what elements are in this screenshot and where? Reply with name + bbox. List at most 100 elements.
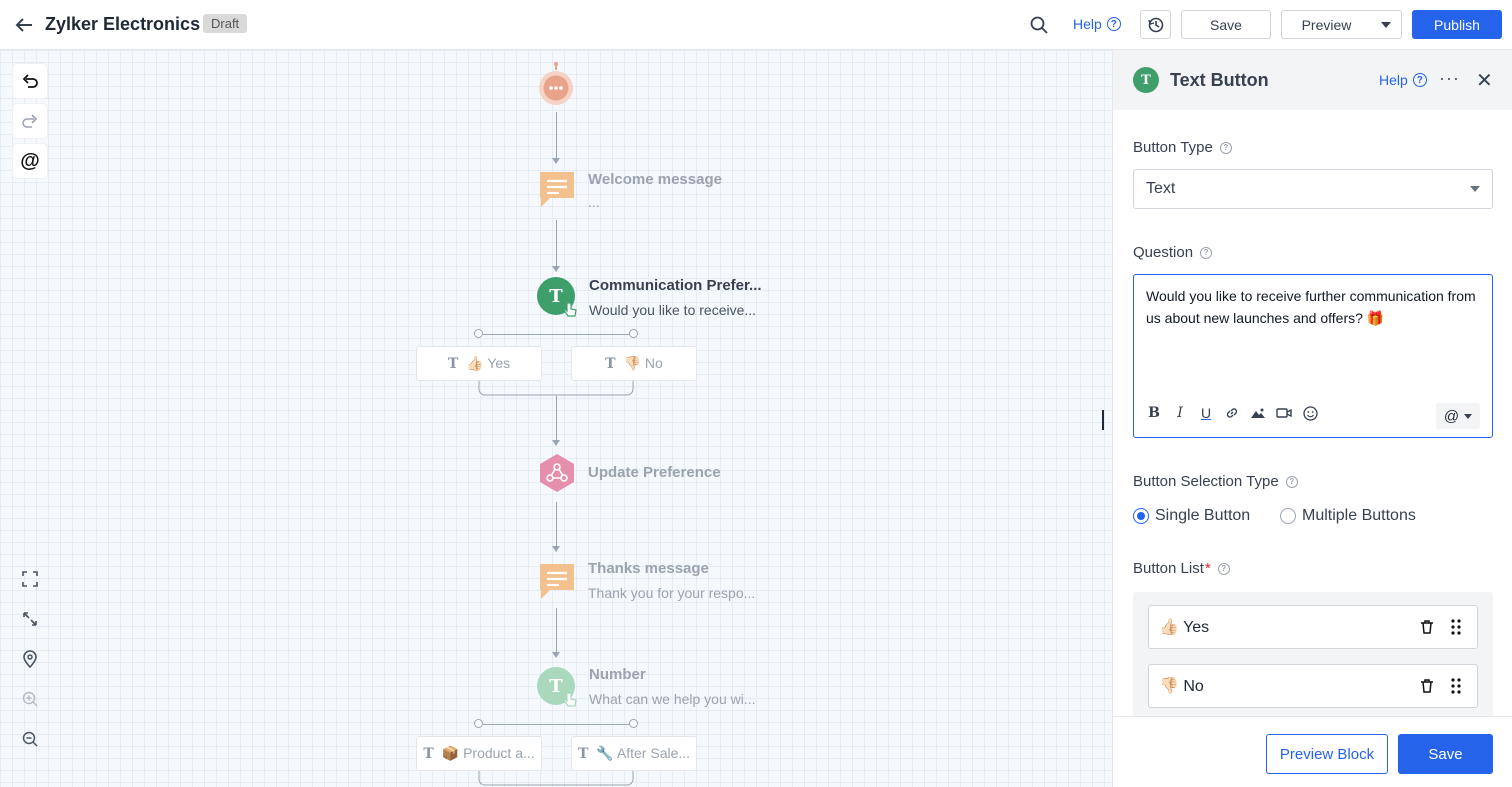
preview-button[interactable]: Preview [1281, 10, 1372, 39]
image-icon[interactable] [1250, 405, 1266, 421]
save-button[interactable]: Save [1181, 10, 1271, 39]
branch-after-sale-chip[interactable]: T 🔧 After Sale... [571, 736, 697, 771]
hand-pointer-icon [563, 692, 577, 707]
zoom-out-icon [22, 731, 38, 747]
emoji-icon[interactable] [1302, 405, 1318, 421]
start-node[interactable] [537, 62, 575, 108]
top-bar: Zylker Electronics Draft Help ? Save Pre… [0, 0, 1512, 50]
back-arrow-icon[interactable] [12, 13, 36, 37]
expand-button[interactable] [16, 605, 44, 633]
button-type-select[interactable]: Text [1133, 169, 1493, 209]
text-icon: T [447, 355, 459, 372]
button-label[interactable]: 👍🏻 Yes [1159, 617, 1209, 637]
node-title: Welcome message [588, 171, 722, 188]
drag-handle-icon [1451, 619, 1461, 635]
link-icon[interactable] [1224, 405, 1240, 421]
multiple-buttons-radio[interactable]: Multiple Buttons [1280, 507, 1416, 525]
text-icon: T [423, 745, 434, 762]
node-subtitle: Would you like to receive... [589, 302, 757, 318]
question-editor[interactable]: Would you like to receive further commun… [1133, 274, 1493, 438]
webhook-icon [540, 454, 574, 492]
question-label: Question ? [1133, 244, 1213, 261]
flow-canvas[interactable]: @ Welcome message ... T Communication Pr… [0, 50, 1112, 787]
info-icon[interactable]: ? [1285, 475, 1298, 488]
underline-icon[interactable]: U [1198, 405, 1214, 421]
node-subtitle: What can we help you wi... [589, 691, 756, 707]
hand-pointer-icon [563, 302, 577, 317]
panel-title: Text Button [1170, 70, 1269, 90]
branch-product-chip[interactable]: T 📦 Product a... [416, 736, 542, 771]
branch-no-chip[interactable]: T 👎🏻 No [571, 346, 697, 381]
question-text[interactable]: Would you like to receive further commun… [1146, 285, 1482, 329]
fullscreen-icon [22, 571, 38, 587]
radio-selected[interactable] [1133, 508, 1149, 524]
search-icon[interactable] [1027, 13, 1051, 37]
label-text: Button Type [1133, 139, 1213, 156]
panel-header: T Text Button Help ? ··· ✕ [1113, 50, 1512, 110]
info-icon[interactable]: ? [1200, 246, 1213, 259]
status-badge: Draft [203, 14, 248, 33]
zoom-out-button[interactable] [16, 725, 44, 753]
button-selection-type-label: Button Selection Type ? [1133, 473, 1298, 490]
close-icon[interactable]: ✕ [1476, 68, 1493, 93]
zoom-in-button[interactable] [16, 685, 44, 713]
button-type-label: Button Type ? [1133, 139, 1232, 156]
preview-options-button[interactable] [1371, 10, 1402, 39]
button-list-label: Button List * ? [1133, 560, 1230, 577]
bold-icon[interactable]: B [1146, 405, 1162, 421]
fit-screen-button[interactable] [16, 565, 44, 593]
select-value: Text [1146, 180, 1176, 197]
panel-save-button[interactable]: Save [1398, 734, 1493, 774]
branch-label: 👍🏻 Yes [466, 355, 511, 371]
mention-variable-button[interactable]: @ [13, 144, 47, 178]
video-icon[interactable] [1276, 405, 1292, 421]
expand-icon [23, 612, 37, 626]
node-title: Communication Prefer... [589, 277, 762, 294]
text-icon: T [605, 355, 616, 372]
caret-down-icon [1381, 21, 1391, 28]
panel-help-link[interactable]: Help ? [1379, 72, 1427, 88]
locate-button[interactable] [16, 645, 44, 673]
help-icon: ? [1412, 73, 1427, 87]
redo-button[interactable] [13, 104, 47, 138]
italic-icon[interactable]: I [1172, 405, 1188, 421]
bot-title: Zylker Electronics [45, 14, 201, 34]
help-link[interactable]: Help ? [1073, 16, 1121, 32]
node-subtitle: ... [588, 194, 600, 210]
button-list-item[interactable]: 👍🏻 Yes [1148, 605, 1478, 649]
button-label[interactable]: 👎🏻 No [1159, 676, 1204, 696]
undo-button[interactable] [13, 64, 47, 98]
panel-footer: Preview Block Save [1113, 716, 1512, 787]
zoom-in-icon [22, 691, 38, 707]
redo-icon [22, 114, 38, 128]
at-sign-icon: @ [20, 149, 40, 172]
text-cursor [1102, 410, 1104, 430]
publish-button[interactable]: Publish [1412, 10, 1502, 39]
help-icon: ? [1106, 17, 1121, 31]
button-list-item[interactable]: 👎🏻 No [1148, 664, 1478, 708]
message-block-icon [540, 172, 574, 207]
radio-label: Multiple Buttons [1302, 507, 1416, 524]
editor-toolbar: B I U [1146, 405, 1318, 421]
version-history-button[interactable] [1140, 10, 1171, 39]
info-icon[interactable]: ? [1219, 141, 1232, 154]
help-label: Help [1379, 72, 1408, 88]
caret-down-icon [1470, 186, 1480, 192]
single-button-radio[interactable]: Single Button [1133, 507, 1250, 525]
info-icon[interactable]: ? [1217, 562, 1230, 575]
branch-yes-chip[interactable]: T 👍🏻 Yes [416, 346, 542, 381]
node-title: Thanks message [588, 560, 709, 577]
trash-icon [1421, 620, 1433, 634]
insert-variable-button[interactable]: @ [1436, 403, 1480, 429]
label-text: Button Selection Type [1133, 473, 1279, 490]
label-text: Question [1133, 244, 1194, 261]
drag-handle-icon [1451, 678, 1461, 694]
radio-unselected[interactable] [1280, 508, 1296, 524]
preview-block-button[interactable]: Preview Block [1266, 734, 1388, 774]
more-options-icon[interactable]: ··· [1439, 68, 1460, 89]
bot-start-icon [539, 62, 573, 105]
block-settings-panel: T Text Button Help ? ··· ✕ Button Type ?… [1112, 50, 1512, 787]
at-sign-icon: @ [1443, 407, 1460, 425]
history-icon [1147, 17, 1163, 32]
help-label: Help [1073, 16, 1102, 32]
